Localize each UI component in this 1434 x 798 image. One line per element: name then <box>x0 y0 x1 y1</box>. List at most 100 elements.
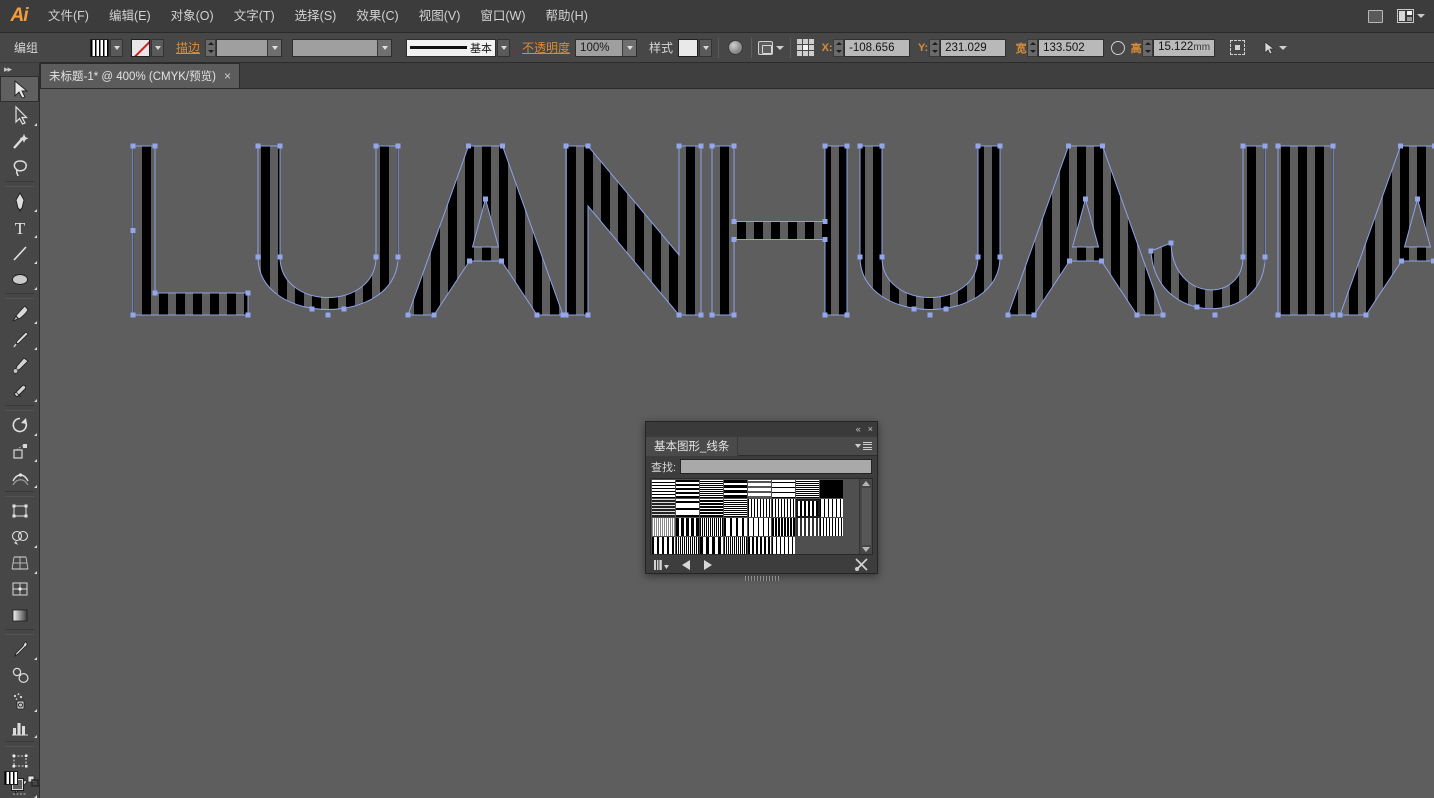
swatch-stripes-v-tight[interactable] <box>724 537 748 554</box>
document-arrange-icon[interactable] <box>1362 6 1388 26</box>
stroke-dropdown-caret-icon[interactable] <box>151 39 164 57</box>
path-anchor-point[interactable] <box>1067 259 1072 264</box>
path-anchor-point[interactable] <box>944 307 949 312</box>
glyph-h-4[interactable] <box>712 146 847 315</box>
panel-scrollbar[interactable] <box>859 479 872 554</box>
swatch-library-panel[interactable]: « × 基本图形_线条 查找: <box>645 421 878 574</box>
swatch-stripes-v-dark[interactable] <box>772 518 796 537</box>
direct-selection-tool[interactable] <box>0 102 39 128</box>
path-anchor-point[interactable] <box>1398 144 1403 149</box>
path-anchor-point[interactable] <box>1100 144 1105 149</box>
path-anchor-point[interactable] <box>998 255 1003 260</box>
swatch-stripes-h-thin[interactable] <box>772 480 796 499</box>
path-anchor-point[interactable] <box>1263 144 1268 149</box>
glyph-l-0[interactable] <box>133 146 248 315</box>
menu-select[interactable]: 选择(S) <box>285 0 347 33</box>
path-anchor-point[interactable] <box>710 144 715 149</box>
delete-icon[interactable] <box>854 558 869 571</box>
path-anchor-point[interactable] <box>845 144 850 149</box>
default-fill-stroke-icon[interactable] <box>27 775 40 788</box>
swatch-grid-cross[interactable] <box>652 518 676 537</box>
swatch-stripes-v-wide[interactable] <box>724 518 748 537</box>
path-anchor-point[interactable] <box>880 255 885 260</box>
selection-tool[interactable] <box>0 76 39 102</box>
swatch-stripes-h-light[interactable] <box>652 480 676 499</box>
swatch-grid-fine[interactable] <box>700 480 724 499</box>
path-anchor-point[interactable] <box>1399 259 1404 264</box>
path-anchor-point[interactable] <box>564 144 569 149</box>
swatch-stripes-h-med[interactable] <box>676 480 700 499</box>
stroke-profile-caret-icon[interactable] <box>497 39 510 57</box>
swatch-stripes-v-gap[interactable] <box>700 537 724 554</box>
pencil-tool[interactable] <box>0 326 39 352</box>
path-anchor-point[interactable] <box>976 255 981 260</box>
stroke-weight-stepper[interactable] <box>205 39 216 57</box>
panel-resize-grip[interactable] <box>646 574 877 582</box>
path-anchor-point[interactable] <box>564 313 569 318</box>
glyph-i-8[interactable] <box>1278 146 1333 315</box>
rotate-tool[interactable] <box>0 412 39 438</box>
scroll-up-icon[interactable] <box>862 481 870 486</box>
path-anchor-point[interactable] <box>1276 313 1281 318</box>
swatch-stripes-h-dark[interactable] <box>700 499 724 518</box>
paintbrush-tool[interactable] <box>0 300 39 326</box>
glyph-a-9[interactable] <box>1340 146 1434 315</box>
document-tab[interactable]: 未标题-1* @ 400% (CMYK/预览)× <box>40 63 240 88</box>
reference-point-selector[interactable] <box>797 39 814 56</box>
blend-tool[interactable] <box>0 662 39 688</box>
path-anchor-point[interactable] <box>466 144 471 149</box>
y-coordinate-field[interactable]: 231.029 <box>940 39 1006 57</box>
stroke-style-field[interactable] <box>292 39 392 57</box>
path-anchor-point[interactable] <box>1083 197 1088 202</box>
panel-menu-icon[interactable] <box>855 442 872 451</box>
path-anchor-point[interactable] <box>1006 313 1011 318</box>
fill-indicator-swatch[interactable] <box>4 771 18 785</box>
path-anchor-point[interactable] <box>374 144 379 149</box>
path-anchor-point[interactable] <box>396 144 401 149</box>
tools-panel-collapse-icon[interactable]: ▸▸ <box>0 63 39 76</box>
path-anchor-point[interactable] <box>732 219 737 224</box>
path-anchor-point[interactable] <box>342 307 347 312</box>
swatch-stripes-v-irr[interactable] <box>652 537 676 554</box>
path-anchor-point[interactable] <box>858 255 863 260</box>
gradient-tool[interactable] <box>0 602 39 628</box>
path-anchor-point[interactable] <box>823 144 828 149</box>
panel-close-icon[interactable]: × <box>868 425 873 434</box>
swatch-stripes-h-dense[interactable] <box>724 499 748 518</box>
scale-tool[interactable] <box>0 438 39 464</box>
y-stepper[interactable] <box>929 39 940 57</box>
path-anchor-point[interactable] <box>1338 313 1343 318</box>
menu-type[interactable]: 文字(T) <box>224 0 285 33</box>
panel-tab-title[interactable]: 基本图形_线条 <box>646 437 738 456</box>
swatch-stripes-mixed[interactable] <box>820 518 844 537</box>
path-anchor-point[interactable] <box>677 144 682 149</box>
fill-swatch[interactable] <box>90 39 109 57</box>
path-anchor-point[interactable] <box>278 144 283 149</box>
path-anchor-point[interactable] <box>131 144 136 149</box>
path-anchor-point[interactable] <box>1169 241 1174 246</box>
path-anchor-point[interactable] <box>1066 144 1071 149</box>
stroke-swatch[interactable] <box>131 39 150 57</box>
path-anchor-point[interactable] <box>499 259 504 264</box>
search-input[interactable] <box>680 459 872 474</box>
graphic-style-swatch[interactable] <box>678 39 698 57</box>
library-menu-icon[interactable] <box>654 559 670 571</box>
path-anchor-point[interactable] <box>278 255 283 260</box>
stroke-weight-label[interactable]: 描边 <box>176 39 200 56</box>
fill-stroke-indicator[interactable] <box>0 764 40 798</box>
path-anchor-point[interactable] <box>1099 259 1104 264</box>
path-anchor-point[interactable] <box>1263 255 1268 260</box>
path-anchor-point[interactable] <box>246 291 251 296</box>
path-anchor-point[interactable] <box>256 255 261 260</box>
scroll-track[interactable] <box>862 488 871 545</box>
path-anchor-point[interactable] <box>845 313 850 318</box>
mesh-tool[interactable] <box>0 576 39 602</box>
path-anchor-point[interactable] <box>586 313 591 318</box>
opacity-field[interactable]: 100% <box>575 39 637 57</box>
ellipse-tool[interactable] <box>0 266 39 292</box>
glyph-a-6[interactable] <box>1008 146 1163 315</box>
path-anchor-point[interactable] <box>483 197 488 202</box>
path-anchor-point[interactable] <box>535 313 540 318</box>
width-tool[interactable] <box>0 464 39 490</box>
symbol-sprayer-tool[interactable] <box>0 688 39 714</box>
